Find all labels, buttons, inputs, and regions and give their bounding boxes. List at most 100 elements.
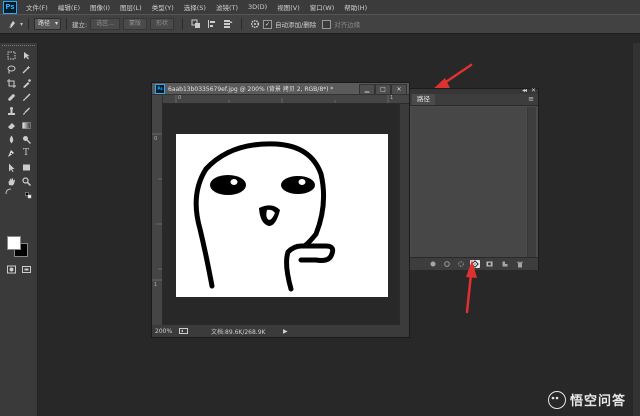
blur-tool-icon[interactable] bbox=[4, 133, 18, 145]
make-label: 建立: bbox=[72, 21, 88, 29]
menu-view[interactable]: 视图(V) bbox=[272, 2, 305, 12]
crop-tool-icon[interactable] bbox=[4, 77, 18, 89]
path-operations-icon[interactable] bbox=[190, 18, 202, 30]
menu-filter[interactable]: 滤镜(T) bbox=[211, 2, 243, 12]
maximize-button[interactable]: □ bbox=[375, 84, 391, 95]
align-edges-checkbox[interactable]: ✓ bbox=[322, 19, 332, 29]
menu-select[interactable]: 选择(S) bbox=[179, 2, 211, 12]
menu-image[interactable]: 图像(I) bbox=[85, 2, 115, 12]
eyedropper-tool-icon[interactable] bbox=[19, 77, 33, 89]
watermark: 悟空问答 bbox=[547, 390, 626, 409]
photoshop-logo: Ps bbox=[3, 0, 17, 14]
brush-tool-icon[interactable] bbox=[19, 91, 33, 103]
delete-path-icon[interactable] bbox=[515, 260, 525, 268]
watermark-logo-icon bbox=[547, 390, 566, 409]
create-new-path-icon[interactable] bbox=[500, 260, 510, 268]
add-mask-icon[interactable] bbox=[484, 260, 494, 268]
menu-file[interactable]: 文件(F) bbox=[21, 2, 53, 12]
clone-stamp-tool-icon[interactable] bbox=[4, 105, 18, 117]
magic-wand-tool-icon[interactable] bbox=[19, 63, 33, 75]
tab-paths[interactable]: 路径 bbox=[412, 94, 435, 105]
menu-bar: Ps 文件(F) 编辑(E) 图像(I) 图层(L) 类型(Y) 选择(S) 滤… bbox=[0, 0, 640, 14]
pen-tool-icon[interactable] bbox=[4, 147, 18, 159]
maximize-icon: □ bbox=[380, 86, 386, 93]
path-arrangement-icon[interactable] bbox=[222, 18, 234, 30]
separator bbox=[182, 18, 183, 30]
stroke-path-icon[interactable] bbox=[442, 260, 452, 268]
gear-icon[interactable] bbox=[249, 18, 261, 30]
horizontal-ruler[interactable]: 0 1 bbox=[163, 95, 409, 104]
menu-3d[interactable]: 3D(D) bbox=[243, 3, 272, 11]
watermark-text: 悟空问答 bbox=[569, 394, 626, 409]
swap-colors-icon[interactable] bbox=[4, 187, 12, 195]
quick-mask-icon[interactable] bbox=[4, 263, 18, 275]
marquee-tool-icon[interactable] bbox=[4, 49, 18, 61]
make-shape-button[interactable]: 形状 bbox=[149, 18, 174, 30]
paths-list[interactable] bbox=[412, 107, 526, 257]
close-panel-icon[interactable]: ✕ bbox=[531, 87, 536, 94]
meme-face-drawing bbox=[193, 141, 336, 292]
ruler-h-label-0: 0 bbox=[178, 95, 182, 101]
close-icon: ✕ bbox=[396, 86, 402, 93]
path-alignment-icon[interactable] bbox=[206, 18, 218, 30]
collapse-panel-icon[interactable]: ◂◂ bbox=[522, 87, 527, 94]
menu-help[interactable]: 帮助(H) bbox=[339, 2, 372, 12]
auto-add-delete-checkbox[interactable]: ✓ bbox=[263, 19, 272, 29]
horizontal-scrollbar[interactable] bbox=[387, 325, 409, 337]
menu-type[interactable]: 类型(Y) bbox=[147, 2, 179, 12]
ruler-v-label-0: 0 bbox=[154, 136, 158, 142]
canvas-area[interactable] bbox=[163, 104, 399, 325]
minimize-button[interactable]: ▁ bbox=[359, 84, 375, 95]
ruler-corner[interactable] bbox=[152, 95, 162, 103]
separator bbox=[66, 18, 68, 30]
panel-menu-icon[interactable]: ≡ bbox=[528, 94, 534, 105]
close-button[interactable]: ✕ bbox=[391, 84, 407, 95]
hand-tool-icon[interactable] bbox=[4, 175, 18, 187]
path-selection-tool-icon[interactable] bbox=[4, 161, 18, 173]
menu-window[interactable]: 窗口(W) bbox=[305, 2, 340, 12]
rectangle-tool-icon[interactable] bbox=[19, 161, 33, 173]
paths-list-scrollbar[interactable] bbox=[527, 107, 536, 257]
gradient-tool-icon[interactable] bbox=[19, 119, 33, 131]
screen-mode-icon[interactable] bbox=[19, 263, 33, 275]
document-window: Ps 6aab13b0335679ef.jpg @ 200% (背景 拷贝 2,… bbox=[151, 82, 410, 338]
healing-brush-tool-icon[interactable] bbox=[4, 91, 18, 103]
separator bbox=[28, 18, 30, 30]
annotation-arrow-bottom bbox=[465, 260, 477, 314]
document-title: 6aab13b0335679ef.jpg @ 200% (背景 拷贝 2, RG… bbox=[168, 86, 334, 93]
tool-mode-select[interactable]: 路径 bbox=[34, 18, 62, 30]
panel-tab-bar: 路径 ≡ bbox=[410, 94, 538, 106]
vertical-ruler[interactable]: 0 1 bbox=[152, 103, 163, 325]
menu-layer[interactable]: 图层(L) bbox=[115, 2, 147, 12]
menu-edit[interactable]: 编辑(E) bbox=[53, 2, 85, 12]
pen-tool-preset-icon[interactable] bbox=[6, 18, 18, 30]
preset-dropdown-arrow-icon[interactable]: ▾ bbox=[20, 21, 23, 28]
type-tool-icon[interactable]: T bbox=[19, 147, 33, 159]
zoom-tool-icon[interactable] bbox=[19, 175, 33, 187]
toolbox: T bbox=[0, 43, 38, 416]
move-tool-icon[interactable] bbox=[19, 49, 33, 61]
make-mask-button[interactable]: 蒙版 bbox=[122, 18, 147, 30]
ruler-v-label-1: 1 bbox=[154, 282, 158, 288]
history-brush-tool-icon[interactable] bbox=[19, 105, 33, 117]
zoom-level[interactable]: 200% bbox=[155, 328, 179, 335]
status-bar-icon[interactable] bbox=[179, 328, 201, 334]
vertical-scrollbar[interactable] bbox=[399, 104, 409, 325]
separator bbox=[241, 18, 242, 30]
fill-path-icon[interactable] bbox=[428, 260, 438, 268]
default-colors-icon[interactable] bbox=[24, 191, 32, 199]
right-panel-strip bbox=[633, 43, 640, 416]
options-bar: ▾ 路径 建立: 选区... 蒙版 形状 ✓ 自动添加/删除 ✓ 对齐边缘 bbox=[0, 14, 640, 34]
eraser-tool-icon[interactable] bbox=[4, 119, 18, 131]
document-info: 文档:89.6K/268.9K bbox=[211, 328, 266, 336]
align-edges-label: 对齐边缘 bbox=[334, 21, 361, 29]
foreground-color-swatch[interactable] bbox=[7, 236, 21, 250]
document-ps-icon: Ps bbox=[155, 83, 165, 94]
minimize-icon: ▁ bbox=[364, 86, 370, 93]
canvas-image[interactable] bbox=[176, 134, 388, 297]
status-menu-arrow-icon[interactable]: ▶ bbox=[283, 328, 288, 335]
lasso-tool-icon[interactable] bbox=[4, 63, 18, 75]
document-status-bar: 200% 文档:89.6K/268.9K ▶ bbox=[152, 325, 388, 337]
dodge-tool-icon[interactable] bbox=[19, 133, 33, 145]
make-selection-button[interactable]: 选区... bbox=[90, 18, 120, 30]
